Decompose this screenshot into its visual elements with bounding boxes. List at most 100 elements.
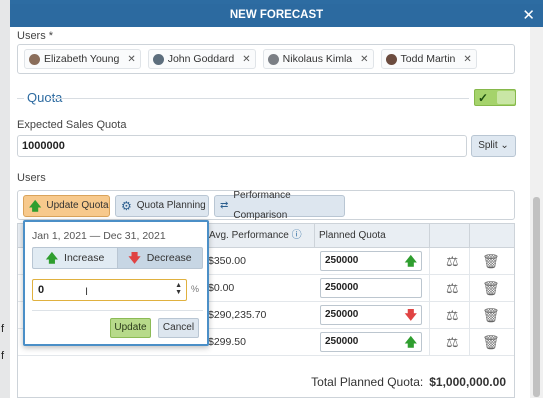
background-text: f — [1, 323, 5, 335]
cell-divider — [429, 275, 430, 302]
total-value: $1,000,000.00 — [429, 375, 506, 389]
scale-icon[interactable]: ⚖ — [446, 253, 459, 270]
arrow-up-icon: 🡅 — [45, 251, 59, 265]
update-quota-button[interactable]: 🡅 Update Quota — [23, 195, 110, 217]
quota-planning-button[interactable]: ⚙ Quota Planning — [115, 195, 209, 217]
update-quota-label: Update Quota — [46, 200, 109, 211]
column-header-planned-quota: Planned Quota — [314, 224, 429, 248]
decrease-button[interactable]: 🡇 Decrease — [118, 247, 203, 269]
background-page: f f — [0, 0, 10, 398]
close-icon[interactable]: ✕ — [522, 4, 535, 27]
percent-value: 0 — [38, 284, 45, 296]
planned-quota-value: 250000 — [325, 309, 359, 320]
dialog-title: NEW FORECAST — [229, 9, 324, 21]
decrease-label: Decrease — [146, 252, 192, 264]
scale-icon[interactable]: ⚖ — [446, 334, 459, 351]
column-header-blank — [429, 224, 469, 248]
user-chip-name: John Goddard — [167, 53, 235, 65]
remove-chip-icon[interactable]: ✕ — [127, 54, 135, 65]
section-divider — [17, 98, 24, 99]
planned-quota-value: 250000 — [325, 282, 359, 293]
popover-cancel-button[interactable]: Cancel — [158, 318, 199, 338]
section-divider — [50, 98, 469, 99]
arrow-down-icon: 🡇 — [404, 308, 417, 322]
check-icon: ✓ — [477, 90, 489, 105]
user-chip: Nikolaus Kimla ✕ — [262, 49, 374, 69]
avatar — [29, 53, 40, 65]
toggle-knob — [497, 91, 515, 104]
dialog-title-bar: NEW FORECAST ✕ — [10, 4, 543, 27]
gear-icon: ⚙ — [121, 199, 132, 213]
user-chip: Elizabeth Young ✕ — [24, 49, 141, 69]
popover-divider — [32, 310, 203, 311]
cell-divider — [469, 248, 470, 275]
user-chip: John Goddard ✕ — [147, 49, 256, 69]
scale-icon[interactable]: ⚖ — [446, 280, 459, 297]
total-label: Total Planned Quota: — [311, 375, 424, 389]
chevron-down-icon: ⌄ — [500, 140, 509, 151]
planned-quota-input[interactable]: 250000 🡅 — [320, 332, 422, 352]
avg-performance-cell: $350.00 — [208, 255, 246, 267]
quota-planning-label: Quota Planning — [136, 200, 206, 211]
user-chip-name: Nikolaus Kimla — [282, 53, 353, 65]
remove-chip-icon[interactable]: ✕ — [242, 54, 250, 65]
planned-quota-input[interactable]: 250000 🡇 — [320, 305, 422, 325]
trash-icon[interactable]: 🗑 — [482, 334, 500, 351]
scrollbar-thumb[interactable] — [533, 197, 540, 397]
spinner-icon[interactable]: ▲ ▼ — [175, 282, 182, 296]
cell-divider — [429, 302, 430, 329]
info-icon[interactable]: ⓘ — [292, 230, 302, 241]
trash-icon[interactable]: 🗑 — [482, 307, 500, 324]
total-planned-quota: Total Planned Quota: $1,000,000.00 — [18, 367, 514, 397]
users-field-label: Users * — [17, 30, 54, 42]
split-button-label: Split — [478, 140, 498, 151]
cell-divider — [429, 248, 430, 275]
cell-divider — [469, 329, 470, 356]
update-quota-popover: Jan 1, 2021 — Dec 31, 2021 🡅 Increase 🡇 … — [23, 220, 209, 346]
avg-performance-cell: $299.50 — [208, 336, 246, 348]
increase-decrease-toggle: 🡅 Increase 🡇 Decrease — [32, 247, 203, 269]
planned-quota-value: 250000 — [325, 255, 359, 266]
users-section-label: Users — [17, 172, 46, 184]
users-multiselect[interactable]: Elizabeth Young ✕ John Goddard ✕ Nikolau… — [17, 44, 515, 74]
expected-quota-input[interactable]: 1000000 — [17, 135, 467, 157]
cell-divider — [469, 275, 470, 302]
text-cursor-icon: I — [85, 286, 89, 298]
remove-chip-icon[interactable]: ✕ — [360, 54, 368, 65]
cell-divider — [469, 302, 470, 329]
scale-icon[interactable]: ⚖ — [446, 307, 459, 324]
user-chip-name: Elizabeth Young — [44, 53, 120, 65]
arrow-down-icon: 🡇 — [128, 251, 141, 265]
avatar — [152, 53, 164, 65]
increase-button[interactable]: 🡅 Increase — [32, 247, 118, 269]
trash-icon[interactable]: 🗑 — [482, 280, 500, 297]
avatar — [385, 53, 397, 65]
dialog-scrollbar[interactable] — [530, 27, 543, 398]
split-button[interactable]: Split ⌄ — [471, 135, 516, 157]
user-chip-name: Todd Martin — [400, 53, 456, 65]
users-toolbar: 🡅 Update Quota ⚙ Quota Planning ⇄ Perfor… — [17, 190, 515, 221]
remove-chip-icon[interactable]: ✕ — [463, 54, 471, 65]
column-header-avg-performance: Avg. Performance ⓘ — [204, 224, 314, 248]
planned-quota-input[interactable]: 250000 🡅 — [320, 251, 422, 271]
date-range: Jan 1, 2021 — Dec 31, 2021 — [32, 230, 166, 242]
increase-label: Increase — [64, 252, 105, 264]
column-header-blank — [469, 224, 514, 248]
avg-performance-cell: $290,235.70 — [208, 309, 267, 321]
user-chip: Todd Martin ✕ — [380, 49, 477, 69]
avatar — [267, 53, 279, 65]
performance-comparison-label: Performance Comparison — [233, 190, 291, 221]
planned-quota-input[interactable]: 250000 — [320, 278, 422, 298]
arrow-up-icon: 🡅 — [404, 254, 417, 268]
popover-update-button[interactable]: Update — [110, 318, 151, 338]
performance-comparison-button[interactable]: ⇄ Performance Comparison — [214, 190, 345, 221]
compare-arrows-icon: ⇄ — [220, 200, 229, 211]
arrow-up-icon: 🡅 — [29, 199, 42, 213]
percent-input[interactable]: 0 I ▲ ▼ — [32, 279, 187, 301]
cell-divider — [429, 329, 430, 356]
trash-icon[interactable]: 🗑 — [482, 253, 500, 270]
quota-toggle[interactable]: ✓ — [474, 89, 516, 106]
percent-sign: % — [191, 284, 200, 294]
background-text: f — [1, 350, 5, 362]
arrow-up-icon: 🡅 — [404, 335, 417, 349]
